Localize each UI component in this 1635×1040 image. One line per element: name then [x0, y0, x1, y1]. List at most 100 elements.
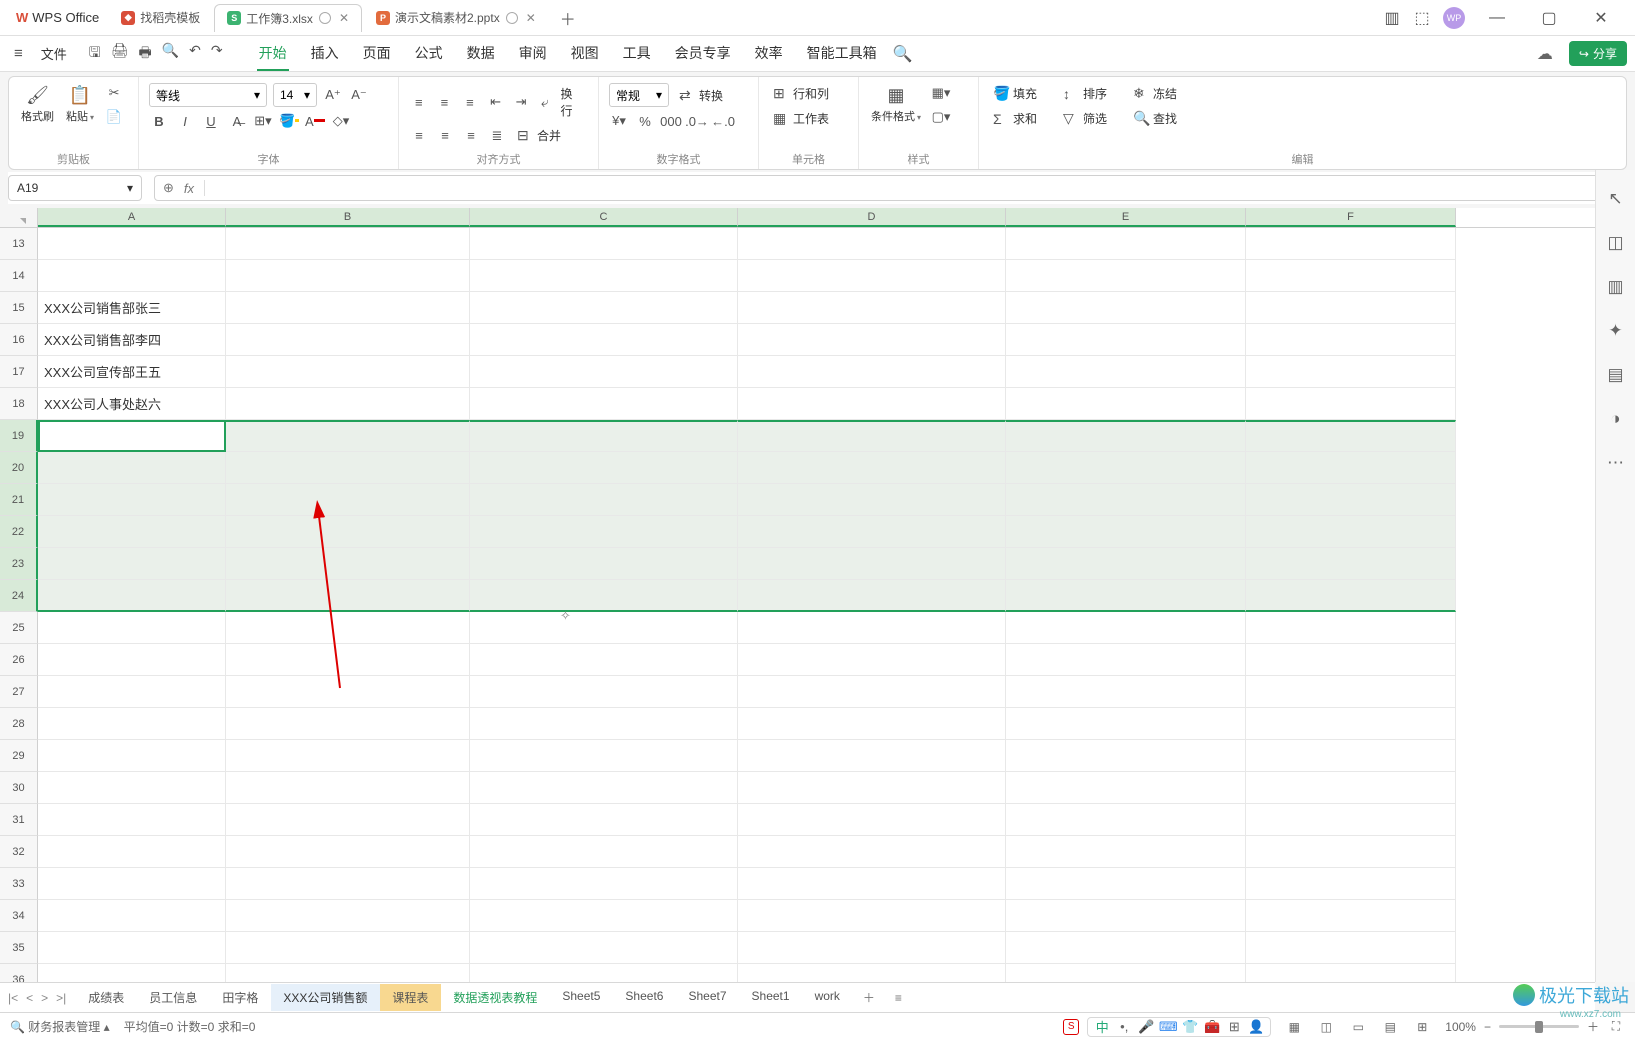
cell-F23[interactable]	[1246, 548, 1456, 580]
cell-F16[interactable]	[1246, 324, 1456, 356]
cell-D27[interactable]	[738, 676, 1006, 708]
tab-review[interactable]: 审阅	[517, 37, 549, 71]
cell-A14[interactable]	[38, 260, 226, 292]
save-icon[interactable]: 🖫	[89, 42, 101, 66]
help-icon[interactable]: ◑	[1605, 408, 1627, 430]
cell-A17[interactable]: XXX公司宣传部王五	[38, 356, 226, 388]
cell-B23[interactable]	[226, 548, 470, 580]
sheet-tab[interactable]: 田字格	[210, 984, 271, 1011]
cell-E16[interactable]	[1006, 324, 1246, 356]
cell-E25[interactable]	[1006, 612, 1246, 644]
formula-input[interactable]: ⊕ fx	[154, 175, 1627, 201]
cell-F22[interactable]	[1246, 516, 1456, 548]
cell-A28[interactable]	[38, 708, 226, 740]
cell-F34[interactable]	[1246, 900, 1456, 932]
cell-C27[interactable]	[470, 676, 738, 708]
cell-E31[interactable]	[1006, 804, 1246, 836]
cell-D26[interactable]	[738, 644, 1006, 676]
cell-D17[interactable]	[738, 356, 1006, 388]
cell-D35[interactable]	[738, 932, 1006, 964]
font-name-select[interactable]: 等线▾	[149, 83, 267, 107]
cell-E24[interactable]	[1006, 580, 1246, 612]
ime-mic-icon[interactable]: 🎤	[1138, 1019, 1154, 1035]
cell-A30[interactable]	[38, 772, 226, 804]
row-header-17[interactable]: 17	[0, 356, 38, 388]
clear-format-icon[interactable]: ◇▾	[331, 111, 351, 131]
merge-button[interactable]: ⊟合并	[513, 125, 565, 146]
cell-C35[interactable]	[470, 932, 738, 964]
cell-B30[interactable]	[226, 772, 470, 804]
find-button[interactable]: 🔍查找	[1129, 108, 1181, 129]
row-header-27[interactable]: 27	[0, 676, 38, 708]
justify-icon[interactable]: ≣	[487, 126, 507, 146]
cube-icon[interactable]: ⬚	[1413, 9, 1431, 27]
cell-F18[interactable]	[1246, 388, 1456, 420]
name-box[interactable]: A19 ▾	[8, 175, 142, 201]
wrap-button[interactable]: ⤶换行	[537, 83, 588, 121]
cell-C34[interactable]	[470, 900, 738, 932]
close-button[interactable]: ✕	[1581, 3, 1621, 33]
tab-insert[interactable]: 插入	[309, 37, 341, 71]
cell-C15[interactable]	[470, 292, 738, 324]
next-sheet-icon[interactable]: >	[41, 991, 48, 1005]
worksheet-button[interactable]: ▦工作表	[769, 108, 833, 129]
sheet-tab[interactable]: 课程表	[380, 984, 441, 1011]
cell-A18[interactable]: XXX公司人事处赵六	[38, 388, 226, 420]
tab-data[interactable]: 数据	[465, 37, 497, 71]
percent-icon[interactable]: %	[635, 111, 655, 131]
cell-A16[interactable]: XXX公司销售部李四	[38, 324, 226, 356]
cell-D28[interactable]	[738, 708, 1006, 740]
prev-sheet-icon[interactable]: <	[26, 991, 33, 1005]
row-header-16[interactable]: 16	[0, 324, 38, 356]
row-header-34[interactable]: 34	[0, 900, 38, 932]
sheet-tab[interactable]: Sheet7	[676, 984, 739, 1011]
cell-B35[interactable]	[226, 932, 470, 964]
export-icon[interactable]: 🖨	[111, 42, 129, 66]
cell-B29[interactable]	[226, 740, 470, 772]
strike-icon[interactable]: A̶	[227, 111, 247, 131]
cell-D31[interactable]	[738, 804, 1006, 836]
cell-E29[interactable]	[1006, 740, 1246, 772]
cloud-icon[interactable]: ☁	[1537, 44, 1553, 64]
cell-D13[interactable]	[738, 228, 1006, 260]
row-header-30[interactable]: 30	[0, 772, 38, 804]
cell-F15[interactable]	[1246, 292, 1456, 324]
font-color-icon[interactable]: A	[305, 111, 325, 131]
sheet-tab[interactable]: 员工信息	[137, 984, 210, 1011]
row-header-25[interactable]: 25	[0, 612, 38, 644]
layout-icon[interactable]: ▥	[1383, 9, 1401, 27]
cell-D36[interactable]	[738, 964, 1006, 982]
row-header-24[interactable]: 24	[0, 580, 38, 612]
copy-icon[interactable]: 📄	[104, 107, 124, 127]
cell-A25[interactable]	[38, 612, 226, 644]
file-menu[interactable]: 文件	[33, 41, 75, 66]
col-header-a[interactable]: A	[38, 208, 226, 227]
cell-E27[interactable]	[1006, 676, 1246, 708]
grow-font-icon[interactable]: A⁺	[323, 85, 343, 105]
sidebar-icon[interactable]: ◫	[1605, 232, 1627, 254]
cell-A22[interactable]	[38, 516, 226, 548]
cell-E28[interactable]	[1006, 708, 1246, 740]
sheet-tab[interactable]: work	[803, 984, 853, 1011]
cell-C26[interactable]	[470, 644, 738, 676]
cell-F21[interactable]	[1246, 484, 1456, 516]
cell-B13[interactable]	[226, 228, 470, 260]
italic-icon[interactable]: I	[175, 111, 195, 131]
cell-D24[interactable]	[738, 580, 1006, 612]
cell-C22[interactable]	[470, 516, 738, 548]
underline-icon[interactable]: U	[201, 111, 221, 131]
cell-A36[interactable]	[38, 964, 226, 982]
cut-icon[interactable]: ✂	[104, 83, 124, 103]
cell-D14[interactable]	[738, 260, 1006, 292]
tab-template[interactable]: ◆ 找稻壳模板	[109, 4, 212, 32]
filter-button[interactable]: ▽筛选	[1059, 108, 1111, 129]
cell-E15[interactable]	[1006, 292, 1246, 324]
cell-E23[interactable]	[1006, 548, 1246, 580]
cell-F35[interactable]	[1246, 932, 1456, 964]
row-header-22[interactable]: 22	[0, 516, 38, 548]
cell-C20[interactable]	[470, 452, 738, 484]
cell-A20[interactable]	[38, 452, 226, 484]
last-sheet-icon[interactable]: >|	[56, 991, 66, 1005]
row-header-18[interactable]: 18	[0, 388, 38, 420]
cell-E17[interactable]	[1006, 356, 1246, 388]
